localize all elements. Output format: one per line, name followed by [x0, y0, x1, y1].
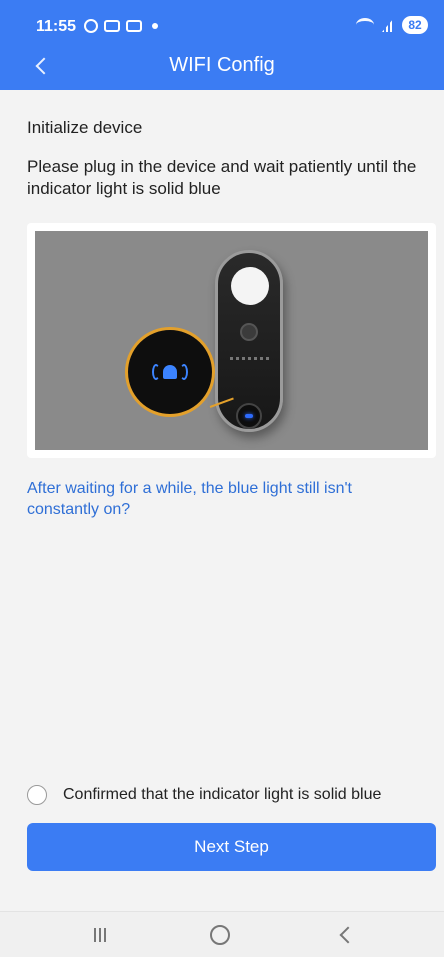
confirm-label: Confirmed that the indicator light is so…: [63, 786, 382, 803]
status-time: 11:55: [36, 18, 77, 35]
next-step-button[interactable]: Next Step: [27, 823, 436, 871]
notification-icon: [104, 20, 120, 32]
motion-sensor: [231, 267, 269, 305]
back-icon[interactable]: [336, 925, 360, 945]
doorbell-device-illustration: [35, 231, 428, 450]
doorbell-button: [236, 403, 262, 429]
doorbell-device: [215, 250, 283, 432]
status-bar: 11:55 82: [0, 0, 444, 48]
system-navigation-bar: [0, 911, 444, 957]
instruction-text: Please plug in the device and wait patie…: [27, 157, 417, 198]
radio-button[interactable]: [27, 785, 47, 805]
status-left-icons: [84, 19, 158, 33]
top-bar: 11:55 82 WIFI Config: [0, 0, 444, 90]
status-right-icons: 82: [356, 16, 428, 34]
wifi-icon: [356, 18, 374, 32]
app-bar: WIFI Config: [0, 48, 444, 90]
section-heading: Initialize device: [27, 118, 143, 137]
screenshot-icon: [84, 19, 98, 33]
teams-icon: [126, 20, 142, 32]
dot-icon: [152, 23, 158, 29]
indicator-zoom: [125, 327, 215, 417]
signal-icon: [382, 18, 394, 32]
page-title: WIFI Config: [169, 54, 275, 76]
illustration-frame: [27, 223, 436, 458]
battery-icon: 82: [402, 16, 428, 34]
help-link[interactable]: After waiting for a while, the blue ligh…: [27, 478, 427, 520]
device-marks: [230, 357, 270, 360]
wave-right-icon: [180, 364, 188, 380]
bell-icon: [163, 365, 177, 379]
wave-left-icon: [152, 364, 160, 380]
recent-apps-icon[interactable]: [88, 925, 112, 945]
confirm-checkbox[interactable]: Confirmed that the indicator light is so…: [27, 782, 437, 808]
camera-lens: [240, 323, 258, 341]
home-icon[interactable]: [208, 925, 232, 945]
